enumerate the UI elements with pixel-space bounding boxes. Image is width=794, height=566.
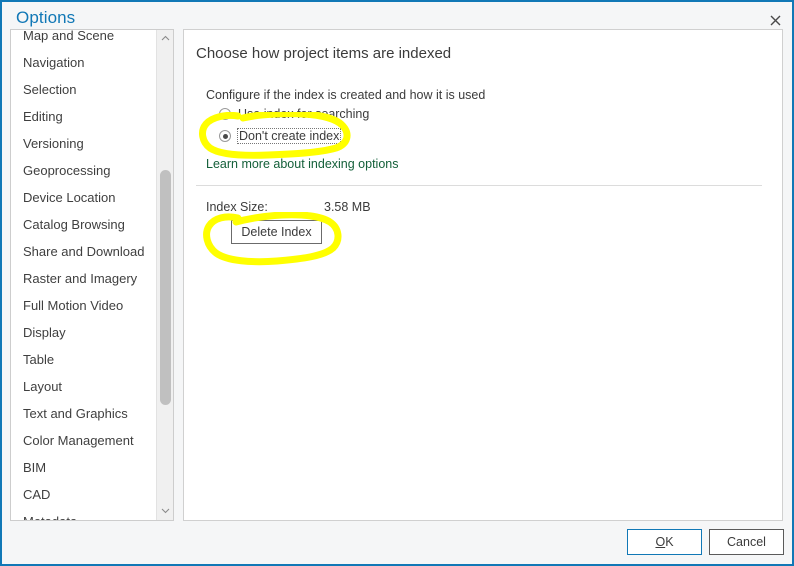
radio-mark-unchecked (219, 108, 231, 120)
sidebar-item-catalog-browsing[interactable]: Catalog Browsing (11, 211, 155, 238)
use-index-for-searching-radio[interactable]: Use index for searching (219, 107, 369, 127)
sidebar-item-editing[interactable]: Editing (11, 103, 155, 130)
sidebar-item-map-and-scene[interactable]: Map and Scene (11, 29, 155, 49)
sidebar-item-raster-and-imagery[interactable]: Raster and Imagery (11, 265, 155, 292)
panel-heading: Choose how project items are indexed (196, 45, 451, 62)
index-size-value: 3.58 MB (324, 200, 371, 214)
indexing-settings-panel: Choose how project items are indexed Con… (183, 29, 783, 521)
title-bar: Options (2, 0, 794, 30)
scrollbar-thumb[interactable] (160, 170, 171, 405)
chevron-up-icon[interactable] (157, 30, 173, 47)
index-size-label: Index Size: (206, 200, 268, 214)
dialog-footer: OK Cancel (2, 520, 792, 564)
dont-create-index-radio[interactable]: Don't create index (219, 129, 340, 149)
sidebar-item-display[interactable]: Display (11, 319, 155, 346)
sidebar-item-versioning[interactable]: Versioning (11, 130, 155, 157)
options-dialog: Options Map and SceneNavigationSelection… (0, 0, 794, 566)
chevron-up-glyph (161, 35, 170, 41)
sidebar-item-geoprocessing[interactable]: Geoprocessing (11, 157, 155, 184)
ok-button[interactable]: OK (627, 529, 702, 555)
ok-rest: K (665, 535, 673, 549)
settings-category-list[interactable]: Map and SceneNavigationSelectionEditingV… (10, 29, 174, 521)
sidebar-item-share-and-download[interactable]: Share and Download (11, 238, 155, 265)
sidebar-item-full-motion-video[interactable]: Full Motion Video (11, 292, 155, 319)
close-glyph (770, 15, 781, 26)
sidebar-item-cad[interactable]: CAD (11, 481, 155, 508)
sidebar-item-table[interactable]: Table (11, 346, 155, 373)
ok-accel: O (655, 535, 665, 549)
sidebar-item-device-location[interactable]: Device Location (11, 184, 155, 211)
radio-mark-checked (219, 130, 231, 142)
delete-index-button[interactable]: Delete Index (231, 220, 322, 244)
sidebar-item-text-and-graphics[interactable]: Text and Graphics (11, 400, 155, 427)
cancel-button[interactable]: Cancel (709, 529, 784, 555)
section-divider (196, 185, 762, 186)
sidebar-item-layout[interactable]: Layout (11, 373, 155, 400)
configure-description: Configure if the index is created and ho… (206, 88, 485, 102)
learn-more-link[interactable]: Learn more about indexing options (206, 157, 399, 171)
dont-create-index-label: Don't create index (238, 129, 340, 143)
sidebar-item-bim[interactable]: BIM (11, 454, 155, 481)
sidebar-scrollbar[interactable] (156, 30, 173, 520)
sidebar-item-color-management[interactable]: Color Management (11, 427, 155, 454)
sidebar-item-selection[interactable]: Selection (11, 76, 155, 103)
chevron-down-glyph (161, 508, 170, 514)
use-index-for-searching-label: Use index for searching (238, 107, 369, 121)
page-title: Options (16, 8, 75, 28)
sidebar-items: Map and SceneNavigationSelectionEditingV… (11, 29, 157, 521)
sidebar-item-navigation[interactable]: Navigation (11, 49, 155, 76)
chevron-down-icon[interactable] (157, 503, 173, 520)
